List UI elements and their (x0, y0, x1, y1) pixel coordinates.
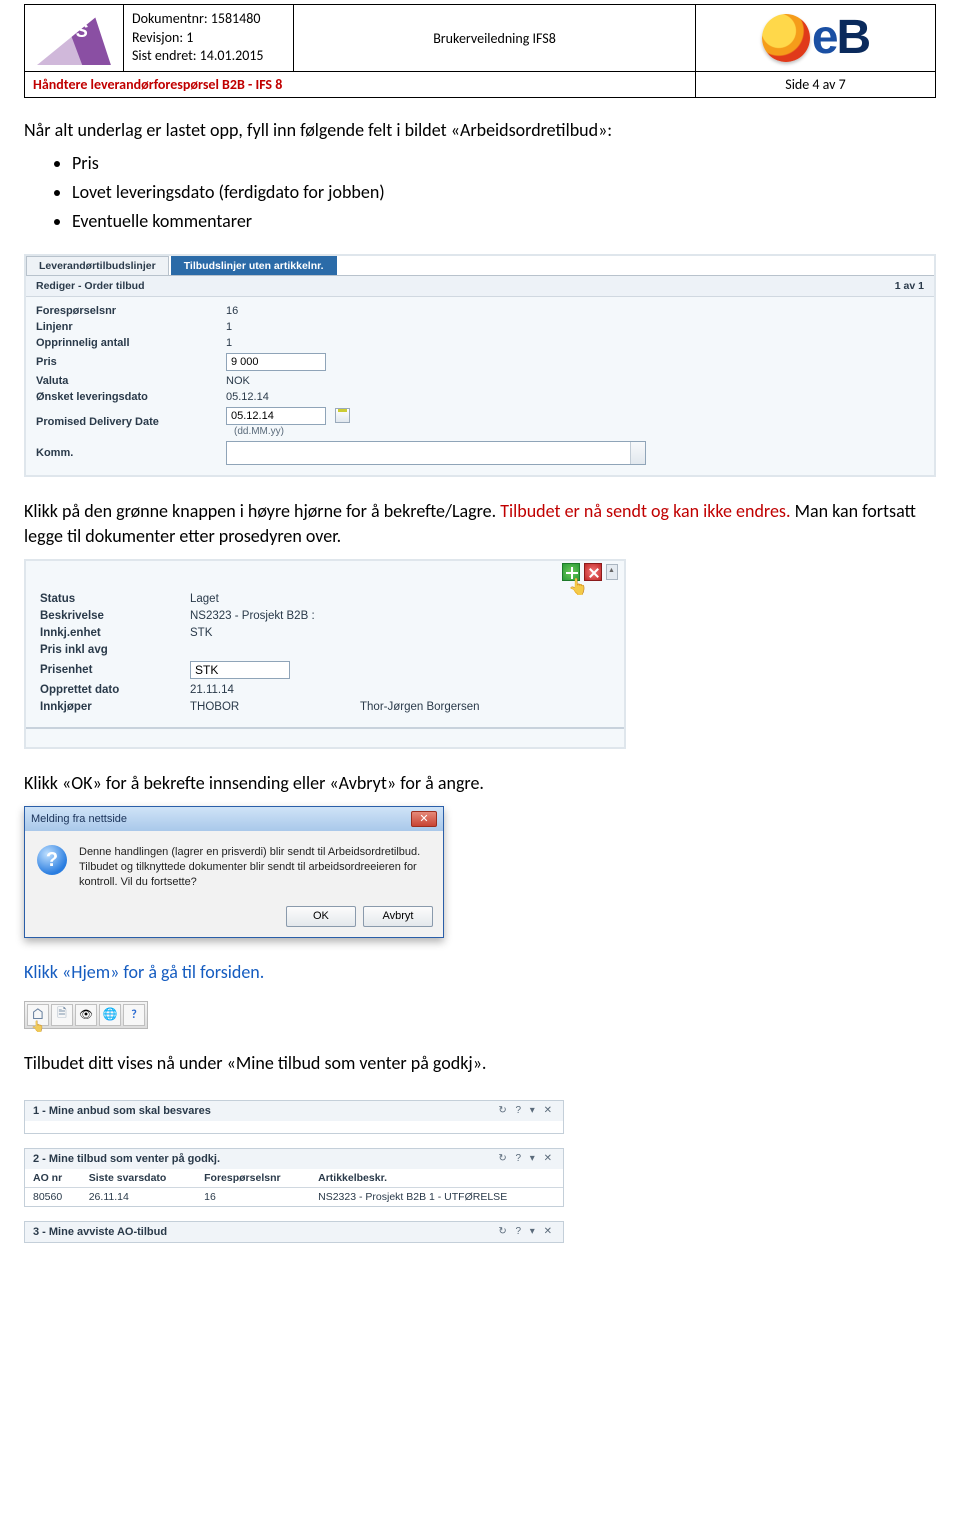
question-icon: ? (37, 845, 67, 875)
tab-tilbudslinjer-uten-artikkelnr[interactable]: Tilbudslinjer uten artikkelnr. (171, 256, 337, 275)
record-counter: 1 av 1 (895, 280, 924, 292)
bullet-lovet: Lovet leveringsdato (ferdigdato for jobb… (72, 178, 936, 207)
doc-number: Dokumentnr: 1581480 (132, 10, 285, 29)
help-icon[interactable] (123, 1004, 145, 1026)
dialog-title: Melding fra nettside (31, 813, 127, 825)
panel-avviste-ao-tilbud: 3 - Mine avviste AO-tilbud ↻ ? ▾ ✕ (24, 1221, 564, 1243)
prisenhet-label: Prisenhet (40, 664, 190, 676)
para-ok-avbryt: Klikk «OK» for å bekrefte innsending ell… (24, 771, 936, 796)
komm-textarea[interactable] (226, 441, 646, 465)
tab-leverandortilbudslinjer[interactable]: Leverandørtilbudslinjer (26, 256, 169, 275)
home-toolbar (24, 1001, 148, 1029)
panel-2-title[interactable]: 2 - Mine tilbud som venter på godkj. (33, 1153, 220, 1165)
cancel-button[interactable]: Avbryt (363, 906, 433, 927)
status-value: Laget (190, 593, 360, 605)
onsket-leveringsdato-label: Ønsket leveringsdato (36, 391, 226, 403)
innkjoper-label: Innkjøper (40, 701, 190, 713)
screenshot-order-tilbud: Leverandørtilbudslinjer Tilbudslinjer ut… (24, 254, 936, 477)
innkjoper-name: Thor-Jørgen Borgersen (360, 701, 614, 713)
page-number: Side 4 av 7 (696, 72, 936, 98)
eb-logo-cell: eB (696, 5, 936, 72)
pending-approval-table: AO nr Siste svarsdato Forespørselsnr Art… (25, 1169, 563, 1206)
ifs-logo-cell: IFS (25, 5, 124, 72)
doc-main-title: Brukerveiledning IFS8 (294, 5, 696, 72)
panel-1-title[interactable]: 1 - Mine anbud som skal besvares (33, 1105, 211, 1117)
pris-label: Pris (36, 356, 226, 368)
scroll-up-icon[interactable] (606, 564, 618, 580)
warning-not-editable: Tilbudet er nå sendt og kan ikke endres. (500, 500, 790, 522)
opprettet-dato-value: 21.11.14 (190, 684, 360, 696)
doc-metadata: Dokumentnr: 1581480 Revisjon: 1 Sist end… (124, 5, 294, 72)
innkj-enhet-value: STK (190, 627, 360, 639)
onsket-leveringsdato-value: 05.12.14 (226, 391, 406, 403)
valuta-label: Valuta (36, 375, 226, 387)
pointer-cursor-icon (568, 577, 588, 597)
eb-logo-ball-icon (762, 14, 810, 62)
col-artikkelbeskr: Artikkelbeskr. (310, 1169, 563, 1188)
table-row[interactable]: 80560 26.11.14 16 NS2323 - Prosjekt B2B … (25, 1188, 563, 1207)
document-header: IFS Dokumentnr: 1581480 Revisjon: 1 Sist… (24, 4, 936, 98)
opprinnelig-antall-label: Opprinnelig antall (36, 337, 226, 349)
intro-bullets: Pris Lovet leveringsdato (ferdigdato for… (72, 149, 936, 235)
panel-3-controls[interactable]: ↻ ? ▾ ✕ (498, 1226, 555, 1238)
cell-art: NS2323 - Prosjekt B2B 1 - UTFØRELSE (310, 1188, 563, 1207)
valuta-value: NOK (226, 375, 406, 387)
pris-input[interactable] (226, 353, 326, 371)
cell-siste: 26.11.14 (81, 1188, 196, 1207)
document-icon[interactable] (51, 1004, 73, 1026)
panel-1-controls[interactable]: ↻ ? ▾ ✕ (498, 1105, 555, 1117)
col-foresporselsnr: Forespørselsnr (196, 1169, 310, 1188)
cell-fnr: 16 (196, 1188, 310, 1207)
panel-mine-anbud: 1 - Mine anbud som skal besvares ↻ ? ▾ ✕ (24, 1100, 564, 1134)
panel-mine-tilbud-godkj: 2 - Mine tilbud som venter på godkj. ↻ ?… (24, 1148, 564, 1207)
confirm-dialog: Melding fra nettside ✕ ? Denne handlinge… (24, 806, 444, 938)
foresporselsnr-value: 16 (226, 305, 406, 317)
globe-icon[interactable] (99, 1004, 121, 1026)
col-siste-svarsdato: Siste svarsdato (81, 1169, 196, 1188)
para-hjem: Klikk «Hjem» for å gå til forsiden. (24, 960, 936, 985)
doc-revision: Revisjon: 1 (132, 29, 285, 48)
status-label: Status (40, 593, 190, 605)
opprettet-dato-label: Opprettet dato (40, 684, 190, 696)
para-confirm-save: Klikk på den grønne knappen i høyre hjør… (24, 499, 936, 549)
intro-text: Når alt underlag er lastet opp, fyll inn… (24, 118, 936, 143)
bullet-kommentar: Eventuelle kommentarer (72, 207, 936, 236)
innkj-enhet-label: Innkj.enhet (40, 627, 190, 639)
svg-text:IFS: IFS (60, 21, 88, 41)
eb-logo: eB (762, 10, 869, 65)
view-icon[interactable] (75, 1004, 97, 1026)
doc-subtitle: Håndtere leverandørforespørsel B2B - IFS… (25, 72, 696, 98)
panel-2-controls[interactable]: ↻ ? ▾ ✕ (498, 1153, 555, 1165)
linjenr-label: Linjenr (36, 321, 226, 333)
beskrivelse-value: NS2323 - Prosjekt B2B : (190, 610, 614, 622)
opprinnelig-antall-value: 1 (226, 337, 406, 349)
pris-inkl-avg-label: Pris inkl avg (40, 644, 190, 656)
panel-3-title[interactable]: 3 - Mine avviste AO-tilbud (33, 1226, 167, 1238)
promised-delivery-label: Promised Delivery Date (36, 416, 226, 428)
ifs-logo: IFS (33, 9, 115, 67)
bullet-pris: Pris (72, 149, 936, 178)
beskrivelse-label: Beskrivelse (40, 610, 190, 622)
prisenhet-input[interactable] (190, 661, 290, 679)
linjenr-value: 1 (226, 321, 406, 333)
dialog-close-icon[interactable]: ✕ (411, 811, 437, 827)
foresporselsnr-label: Forespørselsnr (36, 305, 226, 317)
calendar-icon[interactable] (335, 408, 350, 423)
col-aonr: AO nr (25, 1169, 81, 1188)
komm-label: Komm. (36, 447, 226, 459)
home-icon[interactable] (27, 1004, 49, 1026)
date-format-hint: (dd.MM.yy) (234, 426, 284, 437)
dialog-message: Denne handlingen (lagrer en prisverdi) b… (79, 845, 431, 890)
subbar-title: Rediger - Order tilbud (36, 280, 145, 292)
ok-button[interactable]: OK (286, 906, 356, 927)
screenshot-detail-panel: Status Laget Beskrivelse NS2323 - Prosje… (24, 559, 626, 749)
promised-delivery-input[interactable] (226, 407, 326, 425)
innkjoper-code: THOBOR (190, 701, 360, 713)
dashboard-panels: 1 - Mine anbud som skal besvares ↻ ? ▾ ✕… (24, 1100, 564, 1243)
doc-last-changed: Sist endret: 14.01.2015 (132, 47, 285, 66)
para-mine-tilbud: Tilbudet ditt vises nå under «Mine tilbu… (24, 1051, 936, 1076)
cell-aonr: 80560 (25, 1188, 81, 1207)
